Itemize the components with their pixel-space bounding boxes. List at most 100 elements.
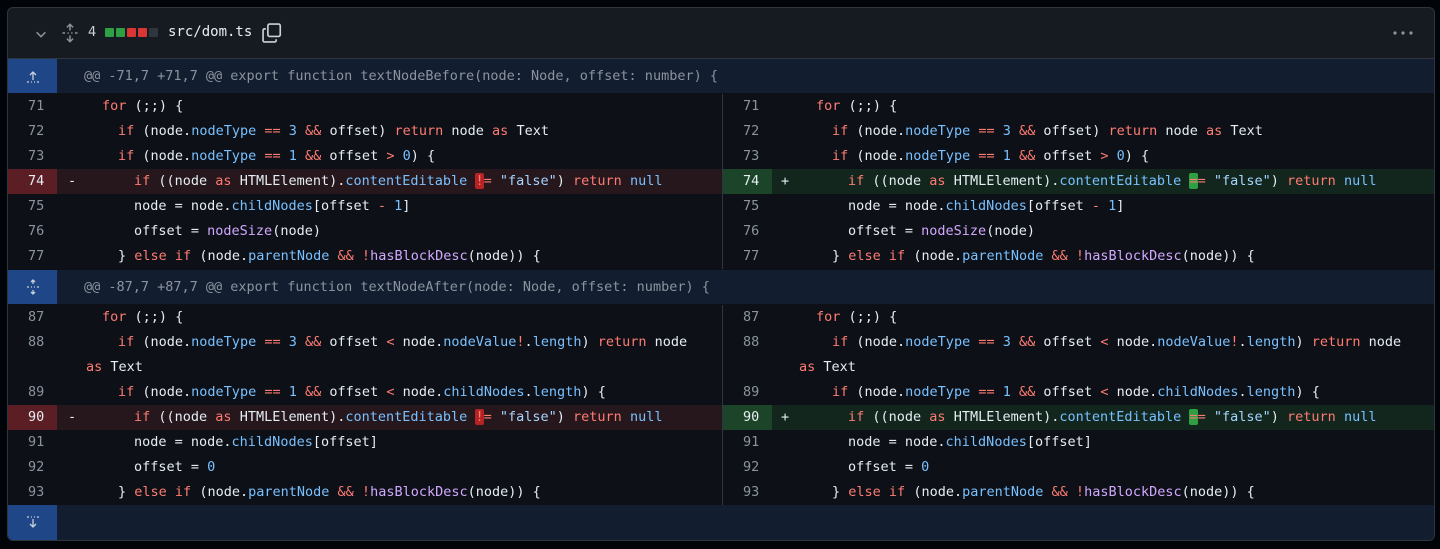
kw: if bbox=[888, 484, 906, 500]
fn: hasBlockDesc bbox=[370, 484, 468, 500]
kw: if bbox=[118, 334, 135, 350]
line-number[interactable]: 89 bbox=[8, 380, 57, 405]
line-number[interactable]: 75 bbox=[723, 194, 772, 219]
prop: length bbox=[1246, 384, 1296, 400]
kw: null bbox=[629, 173, 663, 189]
line-number[interactable]: 71 bbox=[8, 94, 57, 119]
fn: hasBlockDesc bbox=[370, 248, 468, 264]
prop: childNodes bbox=[945, 434, 1027, 450]
prop: nodeValue bbox=[443, 334, 517, 350]
line-number[interactable]: 91 bbox=[8, 430, 57, 455]
code-line: if ((node as HTMLElement).contentEditabl… bbox=[848, 409, 1377, 425]
line-number[interactable]: 93 bbox=[8, 480, 57, 505]
line-number[interactable]: 87 bbox=[8, 305, 57, 330]
line-number[interactable]: 72 bbox=[723, 119, 772, 144]
line-number[interactable]: 72 bbox=[8, 119, 57, 144]
line-number[interactable]: 91 bbox=[723, 430, 772, 455]
line-number[interactable]: 88 bbox=[8, 330, 57, 355]
kw: return bbox=[1311, 334, 1361, 350]
expand-both-button[interactable] bbox=[8, 270, 57, 304]
fn: hasBlockDesc bbox=[1084, 484, 1182, 500]
line-number[interactable]: 74 bbox=[723, 169, 772, 194]
tok: (;;) { bbox=[840, 309, 898, 325]
kw: else bbox=[848, 248, 881, 264]
fn: nodeSize bbox=[921, 223, 987, 239]
code-line-wrap: as Text bbox=[799, 355, 856, 380]
split-divider bbox=[722, 305, 723, 505]
line-number[interactable]: 77 bbox=[723, 244, 772, 269]
kw: return bbox=[394, 123, 444, 139]
kw: else bbox=[134, 484, 167, 500]
line-number[interactable]: 90 bbox=[723, 405, 772, 430]
kw: return bbox=[573, 173, 622, 189]
line-number[interactable]: 73 bbox=[723, 144, 772, 169]
str: "false" bbox=[499, 409, 557, 425]
kw: for bbox=[816, 309, 841, 325]
kw: for bbox=[816, 98, 841, 114]
kw: as bbox=[215, 173, 232, 189]
expand-all-icon[interactable] bbox=[60, 23, 80, 43]
kw: return bbox=[1287, 173, 1336, 189]
split-divider bbox=[722, 94, 723, 269]
line-number[interactable]: 76 bbox=[8, 219, 57, 244]
code-line: if (node.nodeType == 1 && offset > 0) { bbox=[118, 148, 436, 164]
prop: contentEditable bbox=[1059, 409, 1182, 425]
line-number[interactable]: 77 bbox=[8, 244, 57, 269]
code-line: if (node.nodeType == 1 && offset > 0) { bbox=[832, 148, 1150, 164]
kebab-menu-icon[interactable] bbox=[1392, 30, 1414, 36]
line-number[interactable]: 71 bbox=[723, 94, 772, 119]
expand-up-button[interactable] bbox=[8, 59, 57, 93]
expand-down-button[interactable] bbox=[8, 505, 57, 540]
line-number[interactable]: 74 bbox=[8, 169, 57, 194]
kw: else bbox=[134, 248, 167, 264]
line-number[interactable]: 93 bbox=[723, 480, 772, 505]
code-line: offset = 0 bbox=[848, 459, 930, 475]
line-number[interactable]: 92 bbox=[723, 455, 772, 480]
kw: null bbox=[1343, 173, 1377, 189]
prop: nodeType bbox=[905, 123, 971, 139]
prop: childNodes bbox=[443, 384, 525, 400]
tok: Text bbox=[110, 359, 143, 375]
prop: parentNode bbox=[962, 484, 1044, 500]
hunk-header: @@ -71,7 +71,7 @@ export function textNo… bbox=[8, 59, 1434, 93]
diffstat-neutral-block bbox=[149, 28, 158, 37]
code-line: } else if (node.parentNode && !hasBlockD… bbox=[832, 484, 1255, 500]
line-number[interactable]: 73 bbox=[8, 144, 57, 169]
expand-both-icon bbox=[26, 279, 39, 295]
line-number[interactable]: 89 bbox=[723, 380, 772, 405]
code-line: offset = 0 bbox=[134, 459, 216, 475]
line-number[interactable]: 76 bbox=[723, 219, 772, 244]
diffstat-blocks bbox=[105, 28, 158, 37]
line-number[interactable]: 88 bbox=[723, 330, 772, 355]
diff-file-card: 4 src/dom.ts @@ -71,7 +71,7 @@ export fu… bbox=[7, 7, 1435, 541]
code-line: for (;;) { bbox=[816, 305, 897, 330]
copy-icon[interactable] bbox=[261, 22, 283, 44]
prop: nodeType bbox=[905, 148, 971, 164]
kw: if bbox=[174, 484, 192, 500]
line-number[interactable]: 87 bbox=[723, 305, 772, 330]
chevron-down-icon[interactable] bbox=[34, 27, 48, 41]
line-number[interactable]: 92 bbox=[8, 455, 57, 480]
str: "false" bbox=[1213, 173, 1271, 189]
diffstat-add-block bbox=[105, 28, 114, 37]
prop: childNodes bbox=[231, 434, 313, 450]
prop: length bbox=[532, 384, 582, 400]
kw: if bbox=[848, 173, 865, 189]
code-line: } else if (node.parentNode && !hasBlockD… bbox=[832, 248, 1255, 264]
code-line: node = node.childNodes[offset] bbox=[848, 434, 1092, 450]
tok: Text bbox=[1230, 123, 1263, 139]
kw: for bbox=[102, 309, 127, 325]
file-path[interactable]: src/dom.ts bbox=[168, 24, 252, 40]
prop: nodeType bbox=[191, 384, 257, 400]
expand-down-icon bbox=[26, 515, 39, 528]
tok: node bbox=[150, 123, 184, 139]
kw: if bbox=[832, 148, 849, 164]
kw: for bbox=[102, 98, 127, 114]
kw: as bbox=[215, 409, 232, 425]
code-line: for (;;) { bbox=[816, 94, 897, 119]
prop: parentNode bbox=[248, 484, 330, 500]
line-number[interactable]: 90 bbox=[8, 405, 57, 430]
tok: Text bbox=[823, 359, 856, 375]
diffstat-del-block bbox=[127, 28, 136, 37]
line-number[interactable]: 75 bbox=[8, 194, 57, 219]
